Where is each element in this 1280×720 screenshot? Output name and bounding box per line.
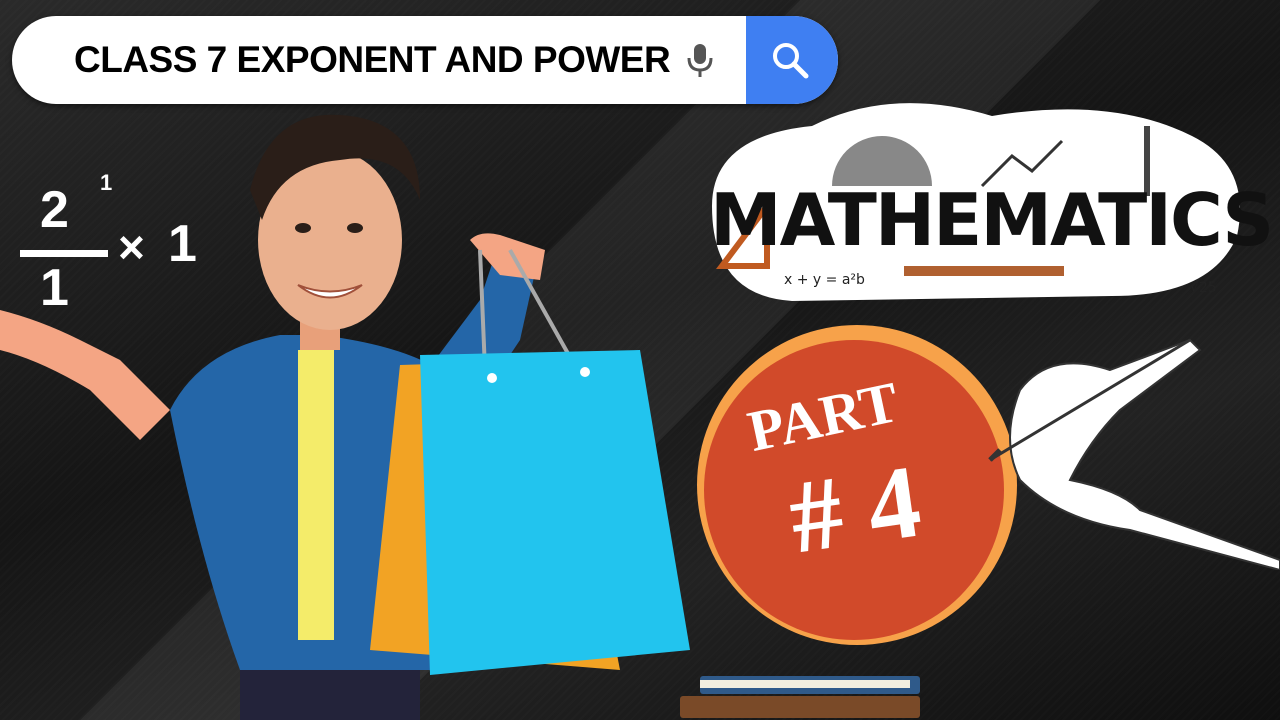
part-number: # 4: [782, 443, 928, 576]
person-with-bags-image: [0, 114, 690, 720]
magnifier-icon: [773, 43, 809, 79]
badge-formula: x + y = a²b: [784, 272, 865, 288]
search-bar[interactable]: CLASS 7 EXPONENT AND POWER: [12, 16, 838, 104]
microphone-icon[interactable]: [680, 40, 720, 80]
badge-root: √25: [1190, 280, 1217, 296]
hand-with-pen-image: [988, 338, 1280, 570]
books-image: [680, 676, 920, 718]
search-input[interactable]: CLASS 7 EXPONENT AND POWER: [74, 16, 671, 104]
search-button[interactable]: [746, 16, 838, 104]
search-field[interactable]: CLASS 7 EXPONENT AND POWER: [12, 16, 838, 104]
mathematics-title: MATHEMATICS: [710, 178, 1274, 262]
